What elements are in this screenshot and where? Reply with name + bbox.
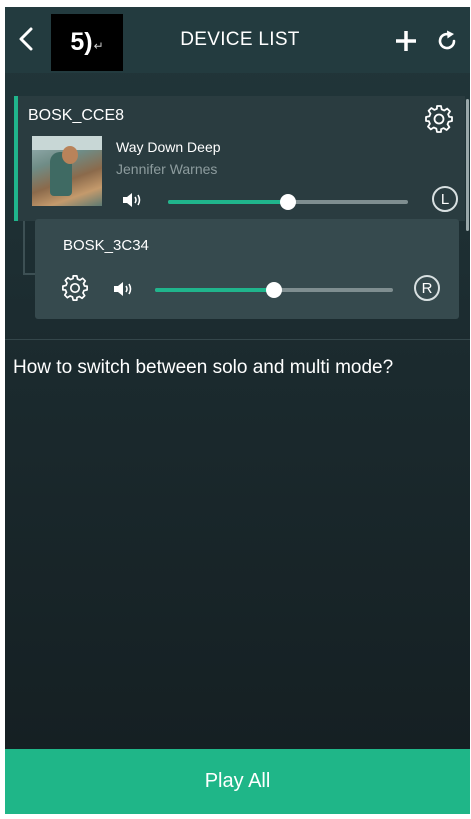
refresh-icon: [438, 30, 456, 50]
top-bar: 5) ↵ DEVICE LIST: [5, 7, 470, 73]
device-settings-button[interactable]: [61, 274, 89, 302]
volume-thumb[interactable]: [266, 282, 282, 298]
help-link[interactable]: How to switch between solo and multi mod…: [13, 357, 393, 379]
refresh-button[interactable]: [435, 29, 459, 53]
divider: [5, 339, 470, 340]
device-card-bosk-cce8[interactable]: BOSK_CCE8 Way Down Deep Jennifer Warnes …: [14, 96, 465, 221]
volume-slider[interactable]: [168, 194, 408, 210]
step-number: 5): [70, 28, 93, 56]
album-art: [32, 136, 102, 206]
song-title: Way Down Deep: [116, 139, 221, 155]
volume-thumb[interactable]: [280, 194, 296, 210]
volume-icon: [113, 280, 135, 298]
device-settings-button[interactable]: [424, 104, 454, 134]
device-list-screen: 5) ↵ DEVICE LIST BOSK_CCE8 Way Down Deep…: [5, 7, 470, 814]
step-badge: 5) ↵: [51, 14, 123, 71]
volume-fill: [168, 200, 288, 204]
back-button[interactable]: [11, 21, 41, 57]
scrollbar[interactable]: [466, 99, 469, 231]
volume-icon: [122, 191, 144, 209]
volume-slider[interactable]: [155, 282, 393, 298]
channel-right-button[interactable]: R: [414, 275, 440, 301]
channel-left-button[interactable]: L: [432, 186, 458, 212]
device-name: BOSK_CCE8: [28, 107, 125, 124]
gear-icon: [62, 275, 88, 301]
add-device-button[interactable]: [394, 29, 418, 53]
device-name: BOSK_3C34: [63, 237, 149, 254]
page-title: DEVICE LIST: [180, 29, 300, 50]
play-all-button[interactable]: Play All: [5, 749, 470, 814]
chevron-left-icon: [19, 27, 33, 51]
song-artist: Jennifer Warnes: [116, 161, 218, 177]
step-mark: ↵: [93, 38, 104, 53]
volume-fill: [155, 288, 274, 292]
device-card-bosk-3c34[interactable]: BOSK_3C34 R: [35, 219, 459, 319]
plus-icon: [396, 31, 416, 51]
gear-icon: [425, 105, 453, 133]
